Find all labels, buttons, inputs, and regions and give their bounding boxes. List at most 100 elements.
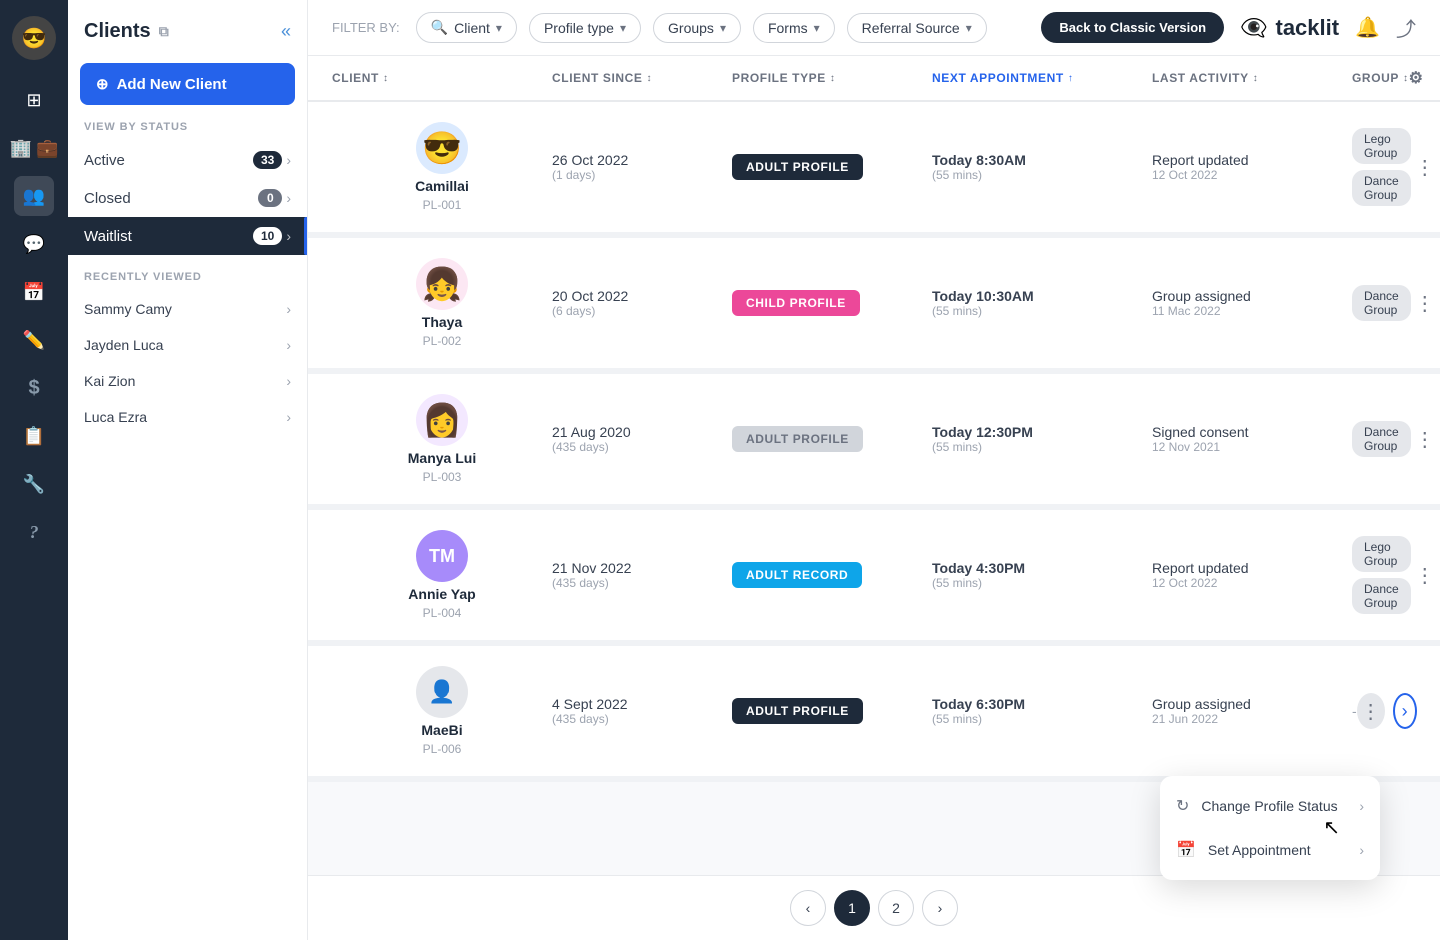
- building-icon: 🏢: [10, 138, 32, 159]
- navigate-button[interactable]: ›: [1393, 693, 1417, 729]
- people-icon[interactable]: 👥: [14, 176, 54, 216]
- sidebar-item-closed[interactable]: Closed 0 ›: [68, 179, 307, 217]
- since-date: 26 Oct 2022: [552, 152, 732, 168]
- refresh-icon: ↻: [1176, 796, 1189, 816]
- avatar: 👤: [416, 666, 468, 718]
- table-row: 👧 Thaya PL-002 20 Oct 2022 (6 days) CHIL…: [308, 238, 1440, 374]
- th-client[interactable]: CLIENT ↕: [332, 68, 552, 88]
- briefcase-icon[interactable]: 🏢 💼: [14, 128, 54, 168]
- client-name: MaeBi: [421, 722, 462, 738]
- waitlist-label: Waitlist: [84, 228, 253, 245]
- appt-time: Today 12:30PM: [932, 424, 1152, 440]
- context-change-status[interactable]: ↻ Change Profile Status ›: [1160, 784, 1380, 828]
- appt-time: Today 8:30AM: [932, 152, 1152, 168]
- filter-profile-type-button[interactable]: Profile type ▾: [529, 13, 641, 43]
- pencil-icon[interactable]: ✏️: [14, 320, 54, 360]
- row-actions: ⋮ ›: [1411, 149, 1440, 185]
- suitcase-icon: 💼: [36, 138, 58, 159]
- client-info-cell: TM Annie Yap PL-004: [332, 530, 552, 620]
- group-tag: Lego Group: [1352, 128, 1411, 164]
- more-options-button[interactable]: ⋮: [1411, 151, 1439, 184]
- help-icon[interactable]: ?: [14, 512, 54, 552]
- context-set-appointment[interactable]: 📅 Set Appointment ›: [1160, 828, 1380, 872]
- last-activity-cell: Signed consent 12 Nov 2021: [1152, 424, 1352, 454]
- activity-text: Report updated: [1152, 152, 1352, 168]
- th-group[interactable]: GROUP ↕: [1352, 68, 1409, 88]
- chevron-down-icon: ▾: [496, 21, 502, 35]
- dollar-icon[interactable]: $: [14, 368, 54, 408]
- activity-text: Signed consent: [1152, 424, 1352, 440]
- recently-chevron-3: ›: [286, 409, 291, 425]
- add-client-button[interactable]: ⊕ Add New Client: [80, 63, 295, 105]
- th-profile-type[interactable]: PROFILE TYPE ↕: [732, 68, 932, 88]
- copy-icon: ⧉: [159, 23, 169, 40]
- recently-item-1[interactable]: Jayden Luca ›: [68, 327, 307, 363]
- profile-type-cell: ADULT PROFILE: [732, 158, 932, 176]
- chat-icon[interactable]: 💬: [14, 224, 54, 264]
- client-name: Annie Yap: [408, 586, 475, 602]
- sort-icon: ↕: [383, 73, 389, 84]
- more-options-button[interactable]: ⋮: [1411, 559, 1439, 592]
- sidebar-item-waitlist[interactable]: Waitlist 10 ›: [68, 217, 307, 255]
- profile-badge: ADULT PROFILE: [732, 698, 863, 724]
- logout-icon[interactable]: ⤴: [1396, 13, 1416, 42]
- recently-item-3[interactable]: Luca Ezra ›: [68, 399, 307, 435]
- grid-icon[interactable]: ⊞: [14, 80, 54, 120]
- page-1-button[interactable]: 1: [834, 890, 870, 926]
- more-options-button[interactable]: ⋮: [1411, 287, 1439, 320]
- since-date: 4 Sept 2022: [552, 696, 732, 712]
- table-row: 😎 Camillai PL-001 26 Oct 2022 (1 days) A…: [308, 102, 1440, 238]
- activity-date: 12 Oct 2022: [1152, 576, 1352, 590]
- sidebar-collapse-button[interactable]: «: [281, 21, 291, 42]
- since-date: 20 Oct 2022: [552, 288, 732, 304]
- table-header: CLIENT ↕ CLIENT SINCE ↕ PROFILE TYPE ↕ N…: [308, 56, 1440, 102]
- topbar-right: Back to Classic Version 👁‍🗨 tacklit 🔔 ⤴: [1041, 12, 1416, 43]
- th-settings[interactable]: ⚙: [1409, 68, 1440, 88]
- wrench-icon[interactable]: 🔧: [14, 464, 54, 504]
- avatar: 😎: [416, 122, 468, 174]
- active-indicator: [304, 217, 307, 255]
- client-info-cell: 👧 Thaya PL-002: [332, 258, 552, 348]
- group-cell: Lego Group Dance Group: [1352, 536, 1411, 614]
- appt-duration: (55 mins): [932, 576, 1152, 590]
- pagination: ‹ 1 2 ›: [308, 875, 1440, 940]
- back-classic-button[interactable]: Back to Classic Version: [1041, 12, 1224, 43]
- group-tag: Lego Group: [1352, 536, 1411, 572]
- calendar-icon[interactable]: 📅: [14, 272, 54, 312]
- appt-time: Today 4:30PM: [932, 560, 1152, 576]
- profile-type-cell: CHILD PROFILE: [732, 294, 932, 312]
- user-avatar[interactable]: 😎: [12, 16, 56, 60]
- avatar: 👩: [416, 394, 468, 446]
- activity-date: 12 Nov 2021: [1152, 440, 1352, 454]
- filter-referral-button[interactable]: Referral Source ▾: [847, 13, 987, 43]
- page-2-button[interactable]: 2: [878, 890, 914, 926]
- recently-chevron-2: ›: [286, 373, 291, 389]
- more-options-button[interactable]: ⋮: [1357, 693, 1385, 729]
- th-since[interactable]: CLIENT SINCE ↕: [552, 68, 732, 88]
- bell-icon[interactable]: 🔔: [1355, 15, 1380, 40]
- filter-groups-button[interactable]: Groups ▾: [653, 13, 741, 43]
- client-id: PL-002: [423, 334, 462, 348]
- filter-client-button[interactable]: 🔍 Client ▾: [416, 12, 517, 43]
- next-page-button[interactable]: ›: [922, 890, 958, 926]
- activity-date: 21 Jun 2022: [1152, 712, 1352, 726]
- list-icon[interactable]: 📋: [14, 416, 54, 456]
- recently-item-2[interactable]: Kai Zion ›: [68, 363, 307, 399]
- settings-gear-icon[interactable]: ⚙: [1409, 68, 1424, 88]
- chevron-down-icon: ▾: [720, 21, 726, 35]
- sort-icon: ↕: [647, 73, 653, 84]
- profile-badge: CHILD PROFILE: [732, 290, 860, 316]
- th-next-appt[interactable]: NEXT APPOINTMENT ↑: [932, 68, 1152, 88]
- more-options-button[interactable]: ⋮: [1411, 423, 1439, 456]
- row-actions: ⋮ ›: [1411, 421, 1440, 457]
- sidebar-item-active[interactable]: Active 33 ›: [68, 141, 307, 179]
- prev-page-button[interactable]: ‹: [790, 890, 826, 926]
- th-last-activity[interactable]: LAST ACTIVITY ↕: [1152, 68, 1352, 88]
- recently-item-0[interactable]: Sammy Camy ›: [68, 291, 307, 327]
- filter-forms-button[interactable]: Forms ▾: [753, 13, 835, 43]
- appt-time: Today 10:30AM: [932, 288, 1152, 304]
- appt-duration: (55 mins): [932, 712, 1152, 726]
- closed-label: Closed: [84, 190, 258, 207]
- since-days: (435 days): [552, 440, 732, 454]
- recently-chevron-1: ›: [286, 337, 291, 353]
